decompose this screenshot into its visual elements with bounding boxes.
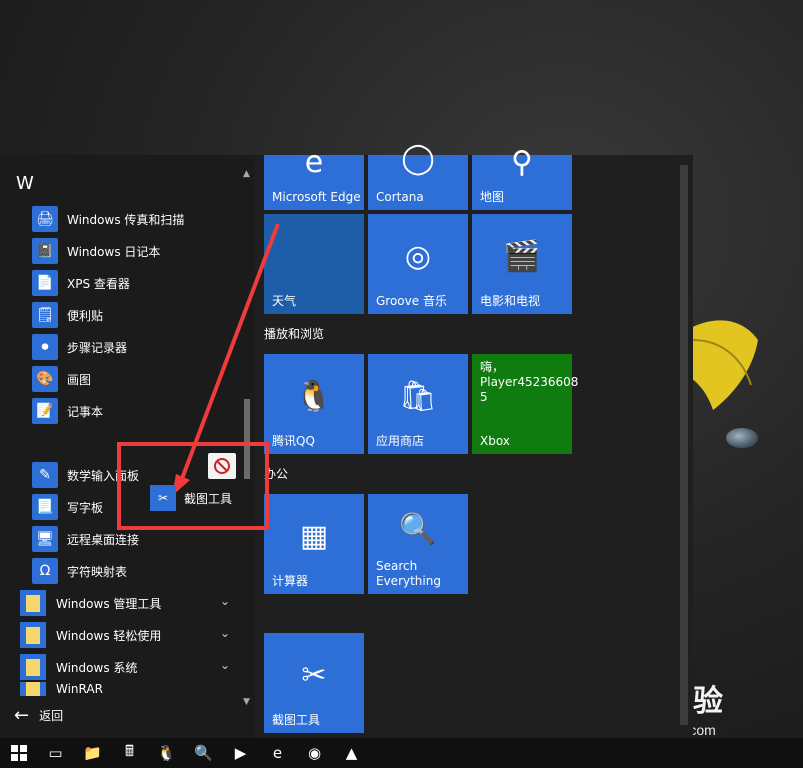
taskbar: ▭ 📁 🖩 🐧 🔍 ▶ e ◉ ▲ [0,738,803,768]
no-drop-icon [208,453,236,479]
file-explorer-icon[interactable]: 📁 [74,738,111,768]
acrobat-icon[interactable]: ▲ [333,738,370,768]
qq-taskbar-icon[interactable]: 🐧 [148,738,185,768]
start-button[interactable] [0,738,37,768]
drag-ghost-label: 截图工具 [184,491,233,506]
snipping-tool-icon: ✂ [150,485,176,511]
calculator-taskbar-icon[interactable]: 🖩 [111,738,148,768]
windows-logo-icon [10,745,27,761]
color-picker-icon[interactable]: ◉ [296,738,333,768]
ie-icon[interactable]: e [259,738,296,768]
annotation-arrow [172,223,280,496]
drag-ghost-snipping-tool[interactable]: ✂ 截图工具 [150,484,270,512]
search-everything-taskbar-icon[interactable]: 🔍 [185,738,222,768]
media-player-icon[interactable]: ▶ [222,738,259,768]
task-view-icon[interactable]: ▭ [37,738,74,768]
